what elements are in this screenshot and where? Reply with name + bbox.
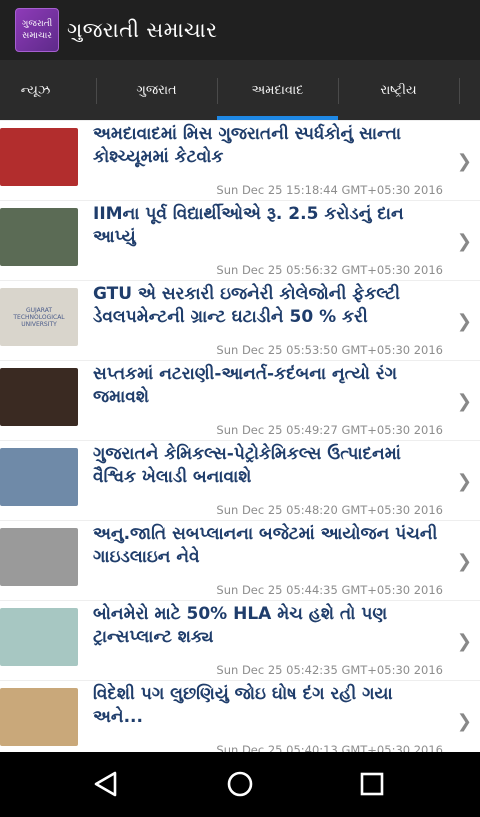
- tab-3[interactable]: રાષ્ટ્રીય: [338, 60, 459, 120]
- tab-4[interactable]: આંતરરાષ્ટ્રીય: [459, 60, 480, 120]
- news-thumbnail: [0, 448, 78, 506]
- news-timestamp: Sun Dec 25 15:18:44 GMT+05:30 2016: [216, 183, 443, 197]
- news-thumbnail: [0, 608, 78, 666]
- tabs-strip: ન્યૂઝ ગુજરાત અમદાવાદ રાષ્ટ્રીય આંતરરાષ્ટ્રીય: [0, 60, 480, 120]
- news-thumbnail: [0, 208, 78, 266]
- tab-label: રાષ્ટ્રીય: [380, 82, 417, 98]
- back-icon[interactable]: [90, 768, 122, 800]
- news-thumbnail: GUJARAT TECHNOLOGICAL UNIVERSITY: [0, 288, 78, 346]
- news-thumbnail: [0, 368, 78, 426]
- news-item[interactable]: GUJARAT TECHNOLOGICAL UNIVERSITY GTU એ સર…: [0, 280, 480, 360]
- news-title[interactable]: IIMના પૂર્વ વિદ્યાર્થીઓએ રૂ. 2.5 કરોડનું…: [93, 203, 443, 249]
- category-tabs: ન્યૂઝ ગુજરાત અમદાવાદ રાષ્ટ્રીય આંતરરાષ્ટ્રીય: [0, 60, 480, 120]
- news-item[interactable]: અનુ.જાતિ સબપ્લાનના બજેટમાં આયોજન પંચની ગ…: [0, 520, 480, 600]
- system-nav-bar: [0, 752, 480, 817]
- news-title[interactable]: અનુ.જાતિ સબપ્લાનના બજેટમાં આયોજન પંચની ગ…: [93, 523, 443, 569]
- news-title[interactable]: અમદાવાદમાં મિસ ગુજરાતની સ્પર્ધકોનું સાન્…: [93, 123, 443, 169]
- tab-label: ન્યૂઝ: [20, 82, 51, 98]
- news-thumbnail: [0, 528, 78, 586]
- chevron-right-icon[interactable]: ❯: [457, 551, 472, 572]
- news-item[interactable]: બોનમેરો માટે 50% HLA મેચ હશે તો પણ ટ્રાન…: [0, 600, 480, 680]
- logo-line2: સમાચાર: [22, 31, 52, 41]
- news-timestamp: Sun Dec 25 05:42:35 GMT+05:30 2016: [216, 663, 443, 677]
- tab-label: ગુજરાત: [136, 82, 177, 98]
- logo-line1: ગુજરાતી: [21, 19, 53, 29]
- chevron-right-icon[interactable]: ❯: [457, 711, 472, 732]
- chevron-right-icon[interactable]: ❯: [457, 391, 472, 412]
- chevron-right-icon[interactable]: ❯: [457, 631, 472, 652]
- news-item[interactable]: વિદેશી પગ લુછણિયું જોઇ ઘોષ દંગ રહી ગયા અ…: [0, 680, 480, 752]
- chevron-right-icon[interactable]: ❯: [457, 471, 472, 492]
- news-title[interactable]: GTU એ સરકારી ઇજનેરી કોલેજોની ફેકલ્ટી ડેવ…: [93, 283, 443, 329]
- news-timestamp: Sun Dec 25 05:53:50 GMT+05:30 2016: [216, 343, 443, 357]
- chevron-right-icon[interactable]: ❯: [457, 311, 472, 332]
- news-thumbnail: [0, 128, 78, 186]
- news-timestamp: Sun Dec 25 05:40:13 GMT+05:30 2016: [216, 743, 443, 752]
- news-timestamp: Sun Dec 25 05:44:35 GMT+05:30 2016: [216, 583, 443, 597]
- news-timestamp: Sun Dec 25 05:56:32 GMT+05:30 2016: [216, 263, 443, 277]
- news-title[interactable]: ગુજરાતને કેમિકલ્સ-પેટ્રોકેમિકલ્સ ઉત્પાદન…: [93, 443, 443, 489]
- news-timestamp: Sun Dec 25 05:48:20 GMT+05:30 2016: [216, 503, 443, 517]
- news-item[interactable]: સપ્તકમાં નટરાણી-આનર્ત-કદંબના નૃત્યો રંગ …: [0, 360, 480, 440]
- recents-icon[interactable]: [356, 768, 388, 800]
- tab-1[interactable]: ગુજરાત: [96, 60, 217, 120]
- app-logo: ગુજરાતી સમાચાર: [15, 8, 59, 52]
- tab-0[interactable]: ન્યૂઝ: [0, 60, 96, 120]
- app-bar: ગુજરાતી સમાચાર ગુજરાતી સમાચાર: [0, 0, 480, 60]
- news-item[interactable]: IIMના પૂર્વ વિદ્યાર્થીઓએ રૂ. 2.5 કરોડનું…: [0, 200, 480, 280]
- news-title[interactable]: વિદેશી પગ લુછણિયું જોઇ ઘોષ દંગ રહી ગયા અ…: [93, 683, 443, 729]
- home-icon[interactable]: [224, 768, 256, 800]
- news-title[interactable]: સપ્તકમાં નટરાણી-આનર્ત-કદંબના નૃત્યો રંગ …: [93, 363, 443, 409]
- tab-label: અમદાવાદ: [251, 82, 304, 98]
- news-thumbnail: [0, 688, 78, 746]
- news-timestamp: Sun Dec 25 05:49:27 GMT+05:30 2016: [216, 423, 443, 437]
- news-title[interactable]: બોનમેરો માટે 50% HLA મેચ હશે તો પણ ટ્રાન…: [93, 603, 443, 649]
- tab-2[interactable]: અમદાવાદ: [217, 60, 338, 120]
- chevron-right-icon[interactable]: ❯: [457, 151, 472, 172]
- app-title: ગુજરાતી સમાચાર: [67, 17, 218, 42]
- chevron-right-icon[interactable]: ❯: [457, 231, 472, 252]
- news-item[interactable]: અમદાવાદમાં મિસ ગુજરાતની સ્પર્ધકોનું સાન્…: [0, 120, 480, 200]
- news-list[interactable]: અમદાવાદમાં મિસ ગુજરાતની સ્પર્ધકોનું સાન્…: [0, 120, 480, 752]
- news-item[interactable]: ગુજરાતને કેમિકલ્સ-પેટ્રોકેમિકલ્સ ઉત્પાદન…: [0, 440, 480, 520]
